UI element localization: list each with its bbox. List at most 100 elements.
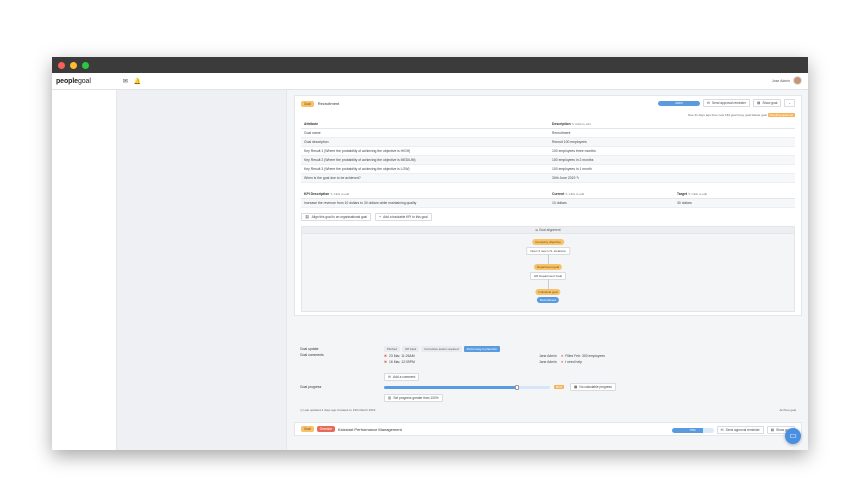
description-cell[interactable]: 30th June 2019 ✎ <box>549 173 795 183</box>
pencil-icon[interactable]: ✎ <box>575 176 579 180</box>
description-cell[interactable]: Recruit 100 employees <box>549 137 795 147</box>
show-goal-button[interactable]: ▤ Show goal <box>753 99 782 107</box>
goal-progress-row: Goal progress 80% ▦ No calculable progres… <box>300 383 616 391</box>
user-name: Jose Admin <box>771 78 790 83</box>
goal-progress-slider[interactable] <box>384 384 550 390</box>
description-cell[interactable]: 100 employees in 1 month <box>549 164 795 174</box>
send-approval-reminder-button[interactable]: ✉ Send approval reminder <box>716 426 764 434</box>
company-objective-label: Company objective <box>532 239 564 245</box>
goal-meta: Due 31 days ago Free now 183 goal Copy g… <box>688 113 795 117</box>
description-cell[interactable]: 100 employees in 2 months <box>549 155 795 165</box>
goal-comments-row: Goal comments ✖ 23 Mar, 11:26AM Jane Admin… <box>300 353 794 365</box>
author-status-icon: ● <box>561 354 564 358</box>
goal-title[interactable]: Recruitment <box>318 101 340 106</box>
set-progress-button[interactable]: ▥ Set progress greater than 100% <box>384 394 443 402</box>
goal-comments-label: Goal comments <box>300 353 324 357</box>
goal-tag: Goal <box>301 100 314 107</box>
mail-icon: ✉ <box>720 428 724 432</box>
add-comment-button[interactable]: ✉ Add a comment <box>384 373 420 381</box>
plus-icon: + <box>379 215 382 219</box>
pencil-icon: ✎ <box>565 192 568 196</box>
archive-goal-link[interactable]: Archive goal <box>779 408 796 412</box>
set-progress-row: ▥ Set progress greater than 100% <box>384 394 443 402</box>
delete-comment-icon[interactable]: ✖ <box>384 360 387 364</box>
attribute-cell: Key Result 1 (Where the probability of a… <box>301 146 549 156</box>
target-cell[interactable]: 30 dollars <box>674 198 795 208</box>
chart-icon: ▥ <box>388 396 392 400</box>
description-cell[interactable]: Recruitment <box>549 128 795 138</box>
add-kpi-button[interactable]: + Add a trackable KPI to this goal <box>375 213 432 221</box>
slider-handle[interactable] <box>514 384 519 390</box>
kpi-header[interactable]: KPI Description ✎ Click to edit <box>301 190 549 199</box>
table-row: Key Result 1 (Where the probability of a… <box>301 146 795 156</box>
comment-item: ✖ 16 Mar, 12:09PM Jane Admin ● I need help <box>384 359 794 365</box>
table-row: Key Result 3 (Where the probability of a… <box>301 164 795 174</box>
chat-button[interactable]: ▭ <box>785 428 801 444</box>
no-calculable-progress-button[interactable]: ▦ No calculable progress <box>570 383 616 391</box>
author-status-icon: ● <box>561 360 564 364</box>
target-header[interactable]: Target ✎ Click to edit <box>674 190 795 199</box>
attribute-cell: Key Result 3 (Where the probability of a… <box>301 164 549 174</box>
pencil-icon: ✎ <box>330 192 333 196</box>
goal-update-label: Goal update <box>300 347 319 351</box>
goal-title[interactable]: Kickstart Performance Management <box>338 427 402 432</box>
goal-update-row: Goal update Pitched Off track Corrective a… <box>300 346 502 352</box>
table-row: Goal name Recruitment <box>301 128 795 138</box>
current-header[interactable]: Current ✎ Click to edit <box>549 190 674 199</box>
send-approval-reminder-button[interactable]: ✉ Send approval reminder <box>702 99 751 107</box>
chevron-down-icon[interactable]: ⌄ <box>784 99 795 107</box>
attribute-cell: Key Result 2 (Where the probability of a… <box>301 155 549 165</box>
bell-icon[interactable]: 🔔 <box>134 78 141 85</box>
table-row: Increase the revenue from 10 dollars to … <box>301 198 795 208</box>
link-icon: ⛓ <box>305 215 310 219</box>
comment-date: 23 Mar, 11:26AM <box>389 354 415 358</box>
status-badge: Pending approval <box>767 113 795 117</box>
close-window-button[interactable] <box>58 61 65 69</box>
goal-update-option[interactable]: Off track <box>402 346 420 352</box>
user-menu[interactable]: Jose Admin <box>772 76 802 85</box>
goal-update-option[interactable]: Corrective action required <box>421 346 462 352</box>
description-header[interactable]: Description ✎ Click to edit <box>549 120 795 129</box>
department-goal-label: Department goal <box>533 264 563 270</box>
goal-tag: Goal <box>301 426 314 432</box>
delete-comment-icon[interactable]: ✖ <box>384 354 387 358</box>
goal-card: Goal Recruitment 100% ✉ Send approval rem… <box>294 95 802 316</box>
mail-icon[interactable]: ✉ <box>123 78 128 85</box>
comment-text: I need help <box>565 360 582 364</box>
description-cell[interactable]: 100 employees three months <box>549 146 795 156</box>
current-cell[interactable]: 10 dollars <box>549 198 674 208</box>
individual-goal-label: Individual goal <box>535 289 561 295</box>
goal-update-option[interactable]: Pitched <box>384 346 401 352</box>
kpi-cell[interactable]: Increase the revenue from 10 dollars to … <box>301 198 549 208</box>
progress-percent: 80% <box>554 385 565 389</box>
comment-author: Jane Admin <box>539 354 557 358</box>
table-row: Key Result 2 (Where the probability of a… <box>301 155 795 165</box>
avatar[interactable] <box>793 76 802 85</box>
goal-update-option[interactable]: Performing to plan/Aim <box>463 346 501 352</box>
maximize-window-button[interactable] <box>82 61 89 69</box>
attribute-cell: Goal description <box>301 137 549 147</box>
folder-icon: ▤ <box>770 428 775 432</box>
alignment-header: ⊞ Goal alignment <box>302 227 794 234</box>
chat-icon: ▭ <box>789 431 797 440</box>
individual-goal-node[interactable]: Recruitment <box>536 297 560 303</box>
last-updated: ◷ Last updated 4 days ago Created on 19t… <box>300 408 376 412</box>
pencil-icon: ✎ <box>571 122 575 126</box>
attribute-cell: When is the goal due to be achieved? <box>301 173 549 183</box>
goal-card-2: Goal Overdue Kickstart Performance Manag… <box>294 422 802 436</box>
comment-author: Jane Admin <box>539 360 557 364</box>
goal-progress-pill: 100% <box>657 100 700 106</box>
comment-date: 16 Mar, 12:09PM <box>389 360 415 364</box>
table-row: Goal description Recruit 100 employees <box>301 137 795 147</box>
connector-line <box>548 279 549 289</box>
app-header: peoplegoal ✉ 🔔 Jose Admin <box>52 73 808 90</box>
logo[interactable]: peoplegoal <box>56 78 91 85</box>
add-comment-row: ✉ Add a comment <box>384 373 420 381</box>
sidebar-nav <box>52 90 117 450</box>
minimize-window-button[interactable] <box>70 61 77 69</box>
sidebar-panel <box>117 90 287 450</box>
goal-footer: ◷ Last updated 4 days ago Created on 19t… <box>300 408 796 412</box>
align-goal-button[interactable]: ⛓ Align this goal to an organisational go… <box>301 213 372 221</box>
attribute-cell: Goal name <box>301 128 549 138</box>
mail-icon: ✉ <box>706 101 710 105</box>
